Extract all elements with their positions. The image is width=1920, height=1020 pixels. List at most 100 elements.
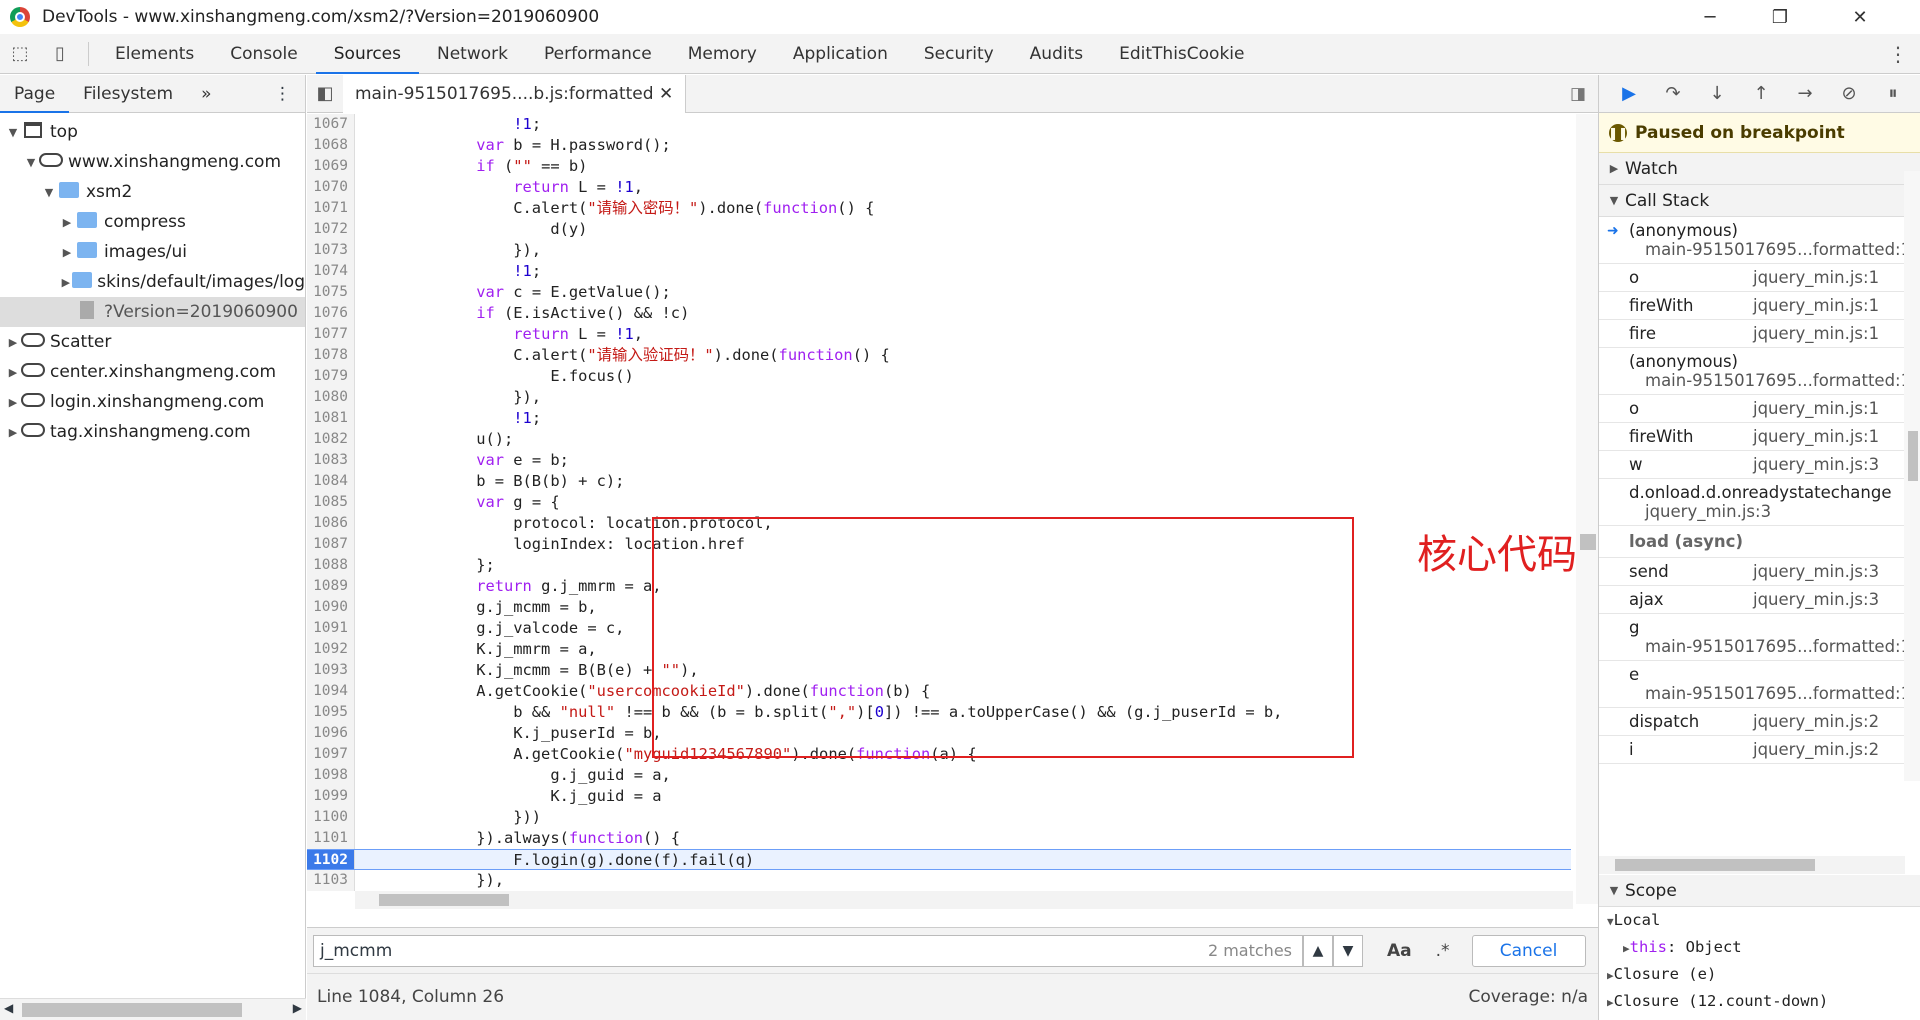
call-frame[interactable]: dispatch jquery_min.js:2: [1599, 708, 1920, 736]
editor-file-tab[interactable]: main-9515017695....b.js:formatted ✕: [343, 74, 687, 113]
tree-item[interactable]: ▶ tag.xinshangmeng.com: [0, 417, 305, 447]
scope-local[interactable]: ▼Local: [1599, 907, 1920, 934]
line-number[interactable]: 1077: [307, 324, 355, 345]
tree-item[interactable]: ▼ top: [0, 117, 305, 147]
line-number[interactable]: 1084: [307, 471, 355, 492]
previous-match-button[interactable]: ▲: [1303, 934, 1333, 967]
tab-memory[interactable]: Memory: [670, 34, 775, 74]
deactivate-breakpoints-icon[interactable]: ⊘: [1827, 75, 1871, 113]
expand-closed-icon[interactable]: ▶: [60, 276, 72, 289]
toggle-navigator-icon[interactable]: ◧: [307, 74, 343, 114]
minimize-button[interactable]: ─: [1680, 0, 1740, 34]
line-number[interactable]: 1080: [307, 387, 355, 408]
tree-item[interactable]: ▶ skins/default/images/log: [0, 267, 305, 297]
scope-this[interactable]: ▶this: Object: [1599, 934, 1920, 961]
expand-closed-icon[interactable]: ▶: [6, 366, 20, 379]
expand-closed-icon[interactable]: ▶: [6, 426, 20, 439]
line-number[interactable]: 1099: [307, 786, 355, 807]
step-into-icon[interactable]: ↓: [1695, 75, 1739, 113]
step-icon[interactable]: →: [1783, 75, 1827, 113]
close-tab-icon[interactable]: ✕: [659, 84, 673, 104]
call-frame[interactable]: fireWith jquery_min.js:1: [1599, 423, 1920, 451]
tab-security[interactable]: Security: [906, 34, 1012, 74]
line-number[interactable]: 1100: [307, 807, 355, 828]
search-input[interactable]: j_mcmm 2 matches: [313, 934, 1303, 967]
scope-closure-count-down[interactable]: ▶Closure (12.count-down): [1599, 988, 1920, 1015]
call-frame[interactable]: o jquery_min.js:1: [1599, 264, 1920, 292]
tree-item[interactable]: ▶ compress: [0, 207, 305, 237]
call-frame[interactable]: fire jquery_min.js:1: [1599, 320, 1920, 348]
editor-horizontal-scrollbar[interactable]: [355, 891, 1573, 909]
more-tabs-icon[interactable]: »: [187, 75, 225, 113]
scope-section[interactable]: ▼ Scope: [1599, 875, 1920, 907]
cancel-search-button[interactable]: Cancel: [1471, 934, 1586, 967]
line-number[interactable]: 1079: [307, 366, 355, 387]
line-number[interactable]: 1092: [307, 639, 355, 660]
tab-console[interactable]: Console: [212, 34, 316, 74]
line-number[interactable]: 1093: [307, 660, 355, 681]
tab-performance[interactable]: Performance: [526, 34, 670, 74]
expand-closed-icon[interactable]: ▶: [60, 246, 74, 259]
match-case-button[interactable]: Aa: [1387, 941, 1412, 961]
call-frame[interactable]: fireWith jquery_min.js:1: [1599, 292, 1920, 320]
line-number[interactable]: 1078: [307, 345, 355, 366]
line-number[interactable]: 1073: [307, 240, 355, 261]
line-number[interactable]: 1098: [307, 765, 355, 786]
inspect-element-icon[interactable]: ⬚: [0, 34, 40, 74]
line-number[interactable]: 1089: [307, 576, 355, 597]
line-number[interactable]: 1095: [307, 702, 355, 723]
expand-open-icon[interactable]: ▼: [24, 156, 38, 169]
device-toolbar-icon[interactable]: ▯: [40, 34, 80, 74]
line-number[interactable]: 1071: [307, 198, 355, 219]
line-number[interactable]: 1068: [307, 135, 355, 156]
tree-item[interactable]: ▶ center.xinshangmeng.com: [0, 357, 305, 387]
expand-closed-icon[interactable]: ▶: [6, 336, 20, 349]
toggle-debugger-icon[interactable]: ◨: [1570, 84, 1598, 104]
call-frame[interactable]: (anonymous) main-9515017695...formatted:1: [1599, 348, 1920, 395]
line-number[interactable]: 1102: [307, 850, 355, 869]
watch-section[interactable]: ▶ Watch: [1599, 153, 1920, 185]
tree-item[interactable]: ▶ login.xinshangmeng.com: [0, 387, 305, 417]
navigator-scrollbar[interactable]: ◀ ▶: [0, 998, 306, 1020]
call-frame[interactable]: send jquery_min.js:3: [1599, 558, 1920, 586]
call-frame[interactable]: o jquery_min.js:1: [1599, 395, 1920, 423]
line-number[interactable]: 1083: [307, 450, 355, 471]
pause-exceptions-icon[interactable]: ⏸: [1871, 75, 1915, 113]
regex-button[interactable]: .*: [1436, 941, 1450, 961]
line-number[interactable]: 1072: [307, 219, 355, 240]
line-number[interactable]: 1076: [307, 303, 355, 324]
tab-application[interactable]: Application: [775, 34, 906, 74]
step-out-icon[interactable]: ↑: [1739, 75, 1783, 113]
line-number[interactable]: 1090: [307, 597, 355, 618]
line-number[interactable]: 1088: [307, 555, 355, 576]
tree-item[interactable]: ?Version=2019060900: [0, 297, 305, 327]
navigator-menu-icon[interactable]: ⋮: [274, 84, 305, 104]
line-number[interactable]: 1087: [307, 534, 355, 555]
line-number[interactable]: 1074: [307, 261, 355, 282]
tab-elements[interactable]: Elements: [97, 34, 212, 74]
resume-icon[interactable]: ▶: [1607, 75, 1651, 113]
line-number[interactable]: 1067: [307, 114, 355, 135]
line-number[interactable]: 1094: [307, 681, 355, 702]
tab-audits[interactable]: Audits: [1012, 34, 1101, 74]
line-number[interactable]: 1103: [307, 870, 355, 891]
expand-closed-icon[interactable]: ▶: [6, 396, 20, 409]
maximize-button[interactable]: ❐: [1750, 0, 1810, 34]
more-options-icon[interactable]: ⋮: [1888, 42, 1908, 66]
call-frame[interactable]: ajax jquery_min.js:3: [1599, 586, 1920, 614]
tree-item[interactable]: ▼ xsm2: [0, 177, 305, 207]
line-number[interactable]: 1081: [307, 408, 355, 429]
call-frame[interactable]: i jquery_min.js:2: [1599, 736, 1920, 764]
line-number[interactable]: 1070: [307, 177, 355, 198]
call-frame[interactable]: g main-9515017695...formatted:1: [1599, 614, 1920, 661]
call-frame[interactable]: w jquery_min.js:3: [1599, 451, 1920, 479]
call-frame[interactable]: ➜ (anonymous) main-9515017695...formatted:…: [1599, 217, 1920, 264]
line-number[interactable]: 1086: [307, 513, 355, 534]
next-match-button[interactable]: ▼: [1333, 934, 1363, 967]
line-number[interactable]: 1101: [307, 828, 355, 849]
tree-item[interactable]: ▶ Scatter: [0, 327, 305, 357]
line-number[interactable]: 1097: [307, 744, 355, 765]
expand-open-icon[interactable]: ▼: [6, 126, 20, 139]
line-number[interactable]: 1075: [307, 282, 355, 303]
close-button[interactable]: ✕: [1830, 0, 1890, 34]
